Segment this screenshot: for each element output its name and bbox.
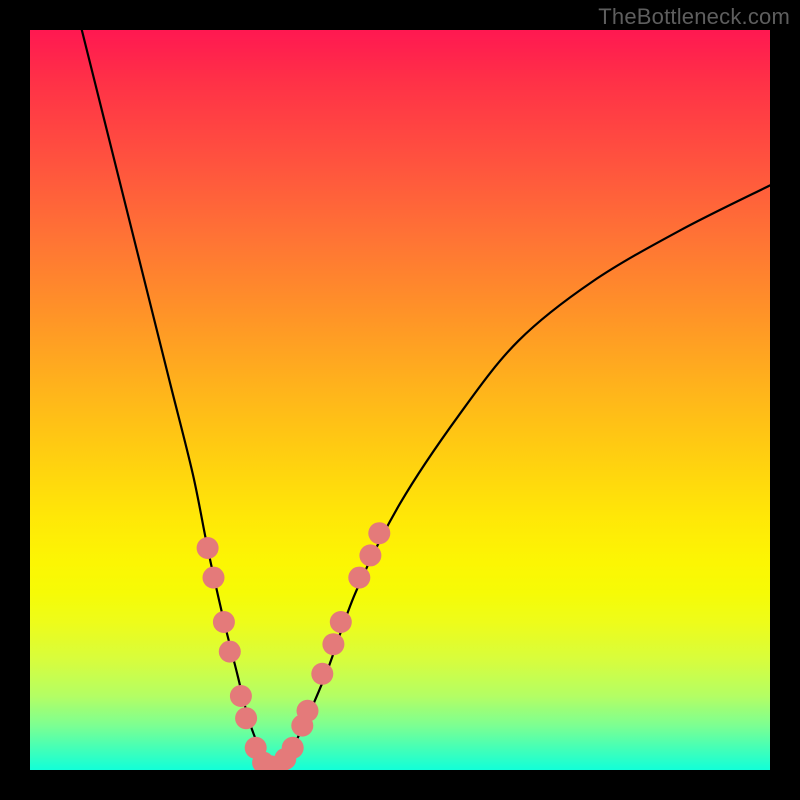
highlight-dot [230,685,252,707]
highlight-dot [235,707,257,729]
highlight-dot [330,611,352,633]
highlight-dots-group [197,522,391,770]
highlight-dot [213,611,235,633]
highlight-dot [297,700,319,722]
chart-overlay [30,30,770,770]
bottleneck-curve [82,30,770,767]
highlight-dot [311,663,333,685]
highlight-dot [322,633,344,655]
highlight-dot [197,537,219,559]
highlight-dot [203,567,225,589]
highlight-dot [348,567,370,589]
watermark-text: TheBottleneck.com [598,4,790,30]
highlight-dot [368,522,390,544]
highlight-dot [282,737,304,759]
highlight-dot [359,544,381,566]
highlight-dot [219,641,241,663]
chart-frame: TheBottleneck.com [0,0,800,800]
